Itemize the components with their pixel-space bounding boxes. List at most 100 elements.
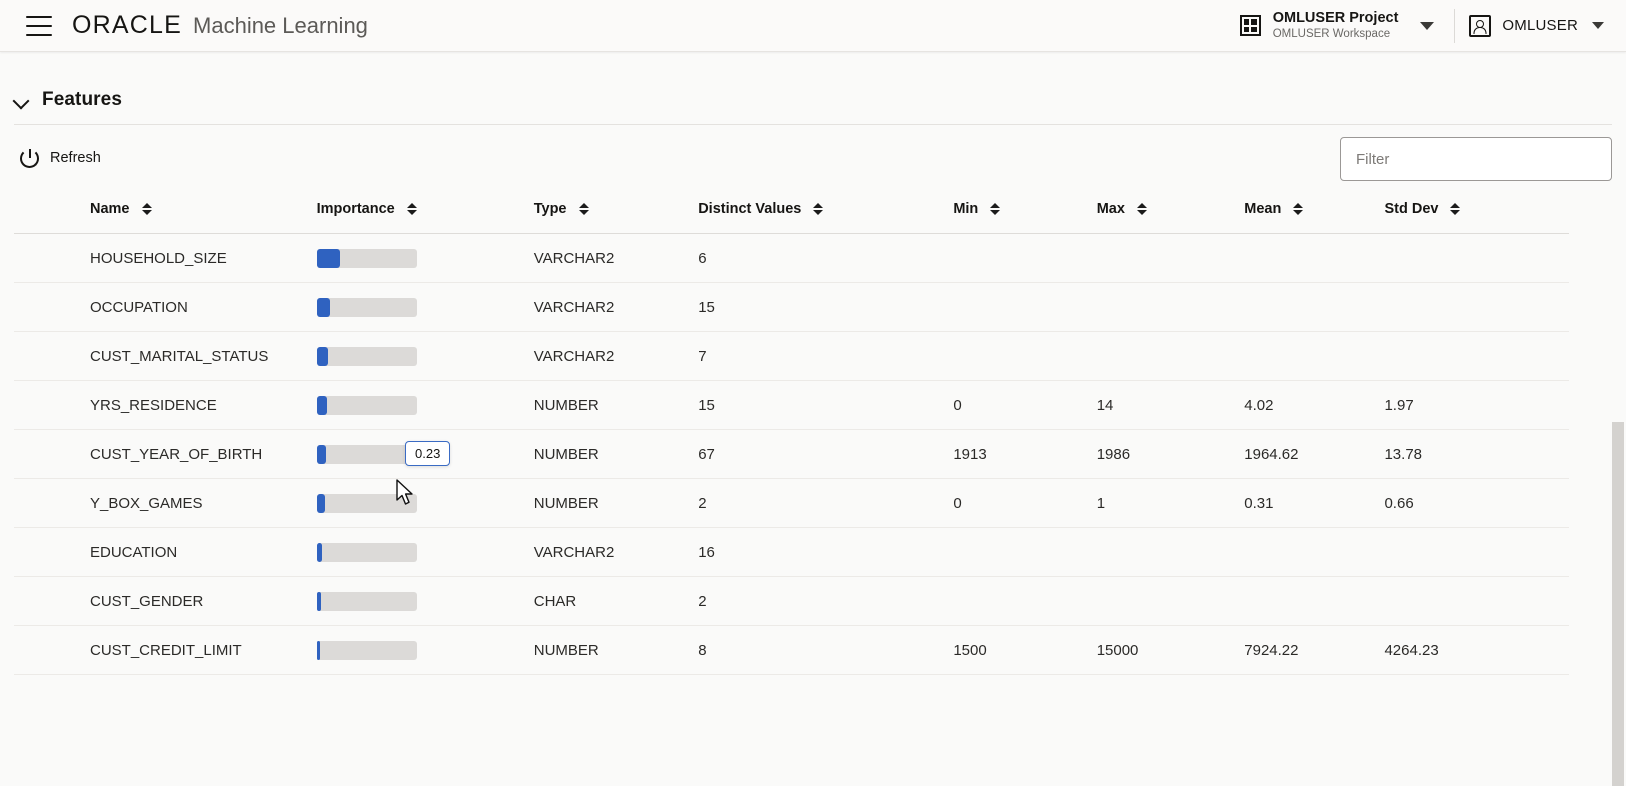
- importance-bar-track[interactable]: [316, 297, 417, 317]
- importance-bar-fill: [316, 542, 322, 562]
- cell-max: [1096, 233, 1245, 283]
- cell-mean: [1244, 282, 1385, 332]
- sort-arrows-icon[interactable]: [141, 203, 153, 215]
- table-row[interactable]: YRS_RESIDENCE NUMBER 15 0 14 4.02 1.97: [14, 380, 1569, 430]
- column-label: Importance: [316, 201, 395, 217]
- importance-bar-track[interactable]: [316, 248, 417, 268]
- importance-bar-track[interactable]: [316, 591, 417, 611]
- refresh-button[interactable]: Refresh: [14, 145, 107, 172]
- cell-max: 1986: [1096, 429, 1245, 479]
- power-refresh-icon: [20, 148, 39, 168]
- sort-arrows-icon[interactable]: [1292, 203, 1304, 215]
- page-title: Features: [42, 89, 123, 110]
- column-header-type[interactable]: Type: [533, 191, 699, 234]
- refresh-button-label: Refresh: [50, 150, 101, 166]
- table-row[interactable]: OCCUPATION VARCHAR2 15: [14, 282, 1569, 332]
- cell-type: VARCHAR2: [533, 282, 699, 332]
- cell-mean: 7924.22: [1244, 625, 1385, 675]
- chevron-down-icon[interactable]: [14, 92, 30, 108]
- cell-std-dev: 0.66: [1384, 478, 1569, 528]
- importance-bar-track[interactable]: [316, 640, 417, 660]
- importance-bar-track[interactable]: [316, 444, 417, 464]
- vertical-scrollbar-track[interactable]: [1611, 208, 1626, 786]
- importance-bar-fill: [316, 248, 340, 268]
- table-row[interactable]: HOUSEHOLD_SIZE VARCHAR2 6: [14, 233, 1569, 283]
- cell-min: [953, 331, 1097, 381]
- cell-name: Y_BOX_GAMES: [14, 478, 317, 528]
- user-avatar-icon: [1469, 14, 1492, 37]
- project-selector[interactable]: OMLUSER Project OMLUSER Workspace: [1230, 0, 1441, 51]
- table-row[interactable]: CUST_CREDIT_LIMIT NUMBER 8 1500 15000 7924.22…: [14, 625, 1569, 675]
- column-header-max[interactable]: Max: [1096, 191, 1245, 234]
- cell-std-dev: [1384, 233, 1569, 283]
- column-header-distinct-values[interactable]: Distinct Values: [698, 191, 954, 234]
- column-header-mean[interactable]: Mean: [1244, 191, 1385, 234]
- column-label: Mean: [1244, 201, 1282, 217]
- cell-std-dev: [1384, 527, 1569, 577]
- column-header-min[interactable]: Min: [953, 191, 1097, 234]
- chevron-down-icon[interactable]: [1592, 22, 1604, 29]
- sort-arrows-icon[interactable]: [989, 203, 1001, 215]
- importance-bar-track[interactable]: [316, 493, 417, 513]
- cell-name: CUST_GENDER: [14, 576, 317, 626]
- features-toolbar: Refresh: [0, 125, 1626, 191]
- importance-bar-fill: [316, 640, 320, 660]
- table-body: HOUSEHOLD_SIZE VARCHAR2 6 OCCUPATION VARCHAR…: [14, 233, 1569, 675]
- cell-distinct-values: 67: [698, 429, 954, 479]
- cell-name: CUST_YEAR_OF_BIRTH: [14, 429, 317, 479]
- user-menu[interactable]: OMLUSER: [1469, 0, 1626, 51]
- features-table-container: Name Importance Type Distinct Values Min…: [0, 191, 1626, 675]
- cell-name: CUST_CREDIT_LIMIT: [14, 625, 317, 675]
- sort-arrows-icon[interactable]: [1449, 203, 1461, 215]
- cell-type: NUMBER: [533, 625, 699, 675]
- sort-arrows-icon[interactable]: [578, 203, 590, 215]
- cell-min: 1913: [953, 429, 1097, 479]
- cell-min: [953, 233, 1097, 283]
- column-header-std-dev[interactable]: Std Dev: [1384, 191, 1569, 234]
- cell-min: [953, 527, 1097, 577]
- table-row[interactable]: CUST_YEAR_OF_BIRTH NUMBER 67 1913 1986 1964.6…: [14, 429, 1569, 479]
- cell-distinct-values: 16: [698, 527, 954, 577]
- importance-bar-track[interactable]: [316, 542, 417, 562]
- vertical-scrollbar-thumb[interactable]: [1612, 422, 1624, 786]
- importance-tooltip: 0.23: [405, 441, 451, 466]
- cell-min: [953, 282, 1097, 332]
- cell-distinct-values: 2: [698, 478, 954, 528]
- importance-bar-fill: [316, 395, 327, 415]
- cell-mean: 0.31: [1244, 478, 1385, 528]
- column-label: Distinct Values: [698, 201, 802, 217]
- features-section-header: Features: [0, 52, 1626, 110]
- cell-max: [1096, 331, 1245, 381]
- cell-min: 0: [953, 380, 1097, 430]
- brand-logo[interactable]: ORACLE Machine Learning: [72, 11, 368, 40]
- sort-arrows-icon[interactable]: [1136, 203, 1148, 215]
- table-header: Name Importance Type Distinct Values Min…: [14, 191, 1569, 234]
- importance-bar-track[interactable]: [316, 346, 417, 366]
- column-header-importance[interactable]: Importance: [316, 191, 534, 234]
- cell-type: CHAR: [533, 576, 699, 626]
- table-row[interactable]: Y_BOX_GAMES NUMBER 2 0 1 0.31 0.66: [14, 478, 1569, 528]
- importance-bar-fill: [316, 591, 321, 611]
- chevron-down-icon[interactable]: [1420, 21, 1435, 30]
- sort-arrows-icon[interactable]: [406, 203, 418, 215]
- table-row[interactable]: CUST_MARITAL_STATUS VARCHAR2 7: [14, 331, 1569, 381]
- column-label: Name: [90, 201, 130, 217]
- filter-field[interactable]: [1340, 137, 1612, 181]
- cell-importance: [316, 527, 534, 577]
- cell-type: VARCHAR2: [533, 527, 699, 577]
- cell-min: 1500: [953, 625, 1097, 675]
- cell-importance: [316, 233, 534, 283]
- table-header-row: Name Importance Type Distinct Values Min…: [14, 191, 1569, 234]
- sort-arrows-icon[interactable]: [812, 203, 824, 215]
- table-row[interactable]: CUST_GENDER CHAR 2: [14, 576, 1569, 626]
- cell-mean: 1964.62: [1244, 429, 1385, 479]
- cell-type: NUMBER: [533, 478, 699, 528]
- cell-importance: [316, 331, 534, 381]
- hamburger-menu-icon[interactable]: [26, 15, 52, 36]
- cell-std-dev: [1384, 331, 1569, 381]
- importance-bar-track[interactable]: [316, 395, 417, 415]
- cell-importance: [316, 576, 534, 626]
- table-row[interactable]: EDUCATION VARCHAR2 16: [14, 527, 1569, 577]
- filter-input[interactable]: [1354, 149, 1598, 169]
- column-header-name[interactable]: Name: [14, 191, 317, 234]
